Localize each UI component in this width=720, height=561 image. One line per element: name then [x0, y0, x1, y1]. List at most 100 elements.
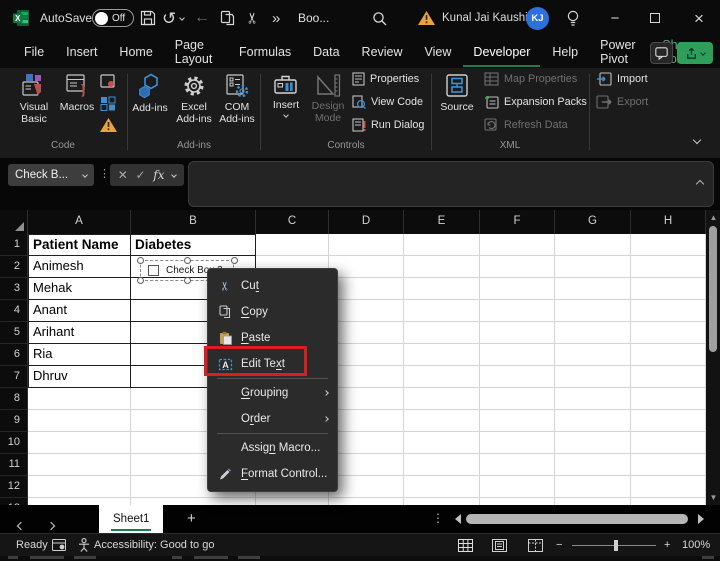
selection-handle[interactable] [184, 277, 191, 284]
scroll-up-icon[interactable]: ▲ [710, 213, 718, 222]
cell-H2[interactable] [631, 256, 706, 278]
tab-file[interactable]: File [14, 38, 54, 67]
row-header-13[interactable]: 13 [0, 498, 28, 505]
cell-F7[interactable] [480, 366, 555, 388]
cell-F13[interactable] [480, 498, 555, 505]
cell-B13[interactable] [131, 498, 256, 505]
accessibility-status[interactable]: Accessibility: Good to go [94, 534, 214, 556]
page-layout-view-button[interactable] [486, 534, 512, 556]
cell-F5[interactable] [480, 322, 555, 344]
cut-icon[interactable]: ✂ [234, 12, 270, 25]
row-header-6[interactable]: 6 [0, 344, 28, 366]
column-header-B[interactable]: B [131, 210, 256, 234]
cell-G11[interactable] [555, 454, 631, 476]
cell-F9[interactable] [480, 410, 555, 432]
cell-E5[interactable] [404, 322, 480, 344]
zoom-level[interactable]: 100% [682, 534, 710, 556]
select-all-corner[interactable] [0, 210, 28, 234]
cell-A6[interactable]: Ria [28, 344, 131, 366]
previous-sheet-chevron-icon[interactable] [16, 516, 26, 534]
cell-G1[interactable] [555, 234, 631, 256]
search-icon[interactable] [372, 0, 387, 36]
page-break-preview-button[interactable] [522, 534, 548, 556]
import-button[interactable]: Import [596, 72, 648, 86]
row-header-2[interactable]: 2 [0, 256, 28, 278]
cell-A2[interactable]: Animesh [28, 256, 131, 278]
scroll-down-icon[interactable]: ▼ [710, 493, 718, 502]
selection-handle[interactable] [231, 257, 238, 264]
cell-A11[interactable] [28, 454, 131, 476]
row-header-3[interactable]: 3 [0, 278, 28, 300]
cell-F4[interactable] [480, 300, 555, 322]
cell-F3[interactable] [480, 278, 555, 300]
cell-A12[interactable] [28, 476, 131, 498]
cell-G13[interactable] [555, 498, 631, 505]
row-header-12[interactable]: 12 [0, 476, 28, 498]
cell-F11[interactable] [480, 454, 555, 476]
cell-D9[interactable] [329, 410, 404, 432]
excel-app-icon[interactable]: X [12, 0, 30, 36]
comments-button[interactable] [650, 42, 673, 64]
macros-button[interactable]: Macros [56, 73, 98, 113]
tab-insert[interactable]: Insert [56, 38, 107, 67]
cell-A4[interactable]: Anant [28, 300, 131, 322]
visual-basic-button[interactable]: Visual Basic [10, 73, 58, 126]
zoom-in-button[interactable]: + [664, 534, 670, 556]
horizontal-scrollbar-thumb[interactable] [466, 514, 688, 524]
quick-access-overflow-icon[interactable]: » [272, 0, 280, 36]
cell-H7[interactable] [631, 366, 706, 388]
user-avatar[interactable]: KJ [526, 0, 549, 36]
macro-security-button[interactable] [100, 118, 117, 132]
tab-developer[interactable]: Developer [463, 38, 541, 67]
cell-F10[interactable] [480, 432, 555, 454]
cell-D12[interactable] [329, 476, 404, 498]
cell-A8[interactable] [28, 388, 131, 410]
cell-E10[interactable] [404, 432, 480, 454]
user-name[interactable]: Kunal Jai Kaushik [442, 0, 533, 36]
menu-item-format-control[interactable]: Format Control... [208, 461, 337, 487]
row-header-8[interactable]: 8 [0, 388, 28, 410]
cell-H4[interactable] [631, 300, 706, 322]
cell-C1[interactable] [256, 234, 329, 256]
cell-F2[interactable] [480, 256, 555, 278]
menu-item-grouping[interactable]: Grouping [208, 380, 337, 406]
expansion-packs-button[interactable]: Expansion Packs [484, 95, 587, 109]
properties-button[interactable]: Properties [352, 72, 419, 86]
cell-G3[interactable] [555, 278, 631, 300]
excel-add-ins-button[interactable]: Excel Add-ins [171, 73, 217, 126]
column-header-G[interactable]: G [555, 210, 631, 234]
use-relative-references-button[interactable] [100, 96, 116, 111]
collapse-ribbon-chevron-icon[interactable] [692, 130, 702, 148]
cell-G2[interactable] [555, 256, 631, 278]
column-header-C[interactable]: C [256, 210, 329, 234]
row-header-10[interactable]: 10 [0, 432, 28, 454]
cell-A13[interactable] [28, 498, 131, 505]
row-header-4[interactable]: 4 [0, 300, 28, 322]
cell-G7[interactable] [555, 366, 631, 388]
cell-A10[interactable] [28, 432, 131, 454]
accessibility-icon[interactable] [78, 534, 90, 556]
menu-item-assign-macro[interactable]: Assign Macro... [208, 435, 337, 461]
cell-E12[interactable] [404, 476, 480, 498]
menu-item-cut[interactable]: ✂ Cut [208, 273, 337, 299]
row-header-9[interactable]: 9 [0, 410, 28, 432]
tab-formulas[interactable]: Formulas [229, 38, 301, 67]
selection-handle[interactable] [137, 277, 144, 284]
cell-E1[interactable] [404, 234, 480, 256]
cell-H9[interactable] [631, 410, 706, 432]
cell-D13[interactable] [329, 498, 404, 505]
horizontal-scrollbar[interactable] [466, 514, 692, 524]
vertical-scrollbar[interactable]: ▲ ▼ [706, 210, 720, 505]
cell-D1[interactable] [329, 234, 404, 256]
menu-item-copy[interactable]: Copy [208, 299, 337, 325]
cell-E8[interactable] [404, 388, 480, 410]
com-add-ins-button[interactable]: COM Add-ins [215, 73, 259, 126]
tab-home[interactable]: Home [109, 38, 162, 67]
name-box[interactable]: Check B... [8, 164, 94, 186]
add-ins-button[interactable]: Add-ins [131, 73, 169, 114]
cell-G4[interactable] [555, 300, 631, 322]
menu-item-order[interactable]: Order [208, 406, 337, 432]
share-button[interactable] [677, 42, 713, 64]
column-header-H[interactable]: H [631, 210, 706, 234]
cell-A3[interactable]: Mehak [28, 278, 131, 300]
